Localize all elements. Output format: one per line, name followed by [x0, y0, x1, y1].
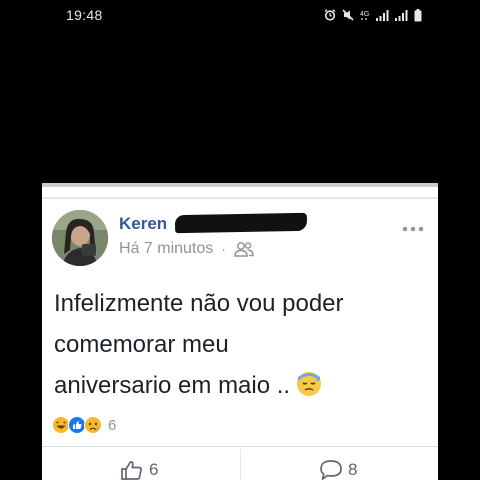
- post-meta: Há 7 minutos ·: [119, 240, 254, 258]
- actions-divider: [42, 446, 438, 447]
- author-avatar[interactable]: [52, 210, 108, 266]
- more-options-icon[interactable]: [400, 223, 428, 235]
- thumbs-up-icon: [121, 461, 142, 480]
- status-bar: 19:48 4G: [0, 0, 480, 32]
- reaction-count: 6: [108, 416, 117, 434]
- data-4g-icon: 4G: [360, 11, 369, 20]
- post-text-line: Infelizmente não vou poder: [54, 290, 344, 317]
- post-card: Keren Há 7 minutos · Infelizmente não vo…: [42, 183, 438, 480]
- like-button[interactable]: 6: [120, 459, 158, 480]
- status-time: 19:48: [66, 7, 103, 23]
- mute-icon: [342, 9, 354, 21]
- post-text-line-with-emoji: aniversario em maio ..: [54, 365, 426, 406]
- like-count: 6: [149, 460, 159, 479]
- alarm-icon: [324, 9, 336, 21]
- comment-count: 8: [348, 460, 358, 479]
- comment-icon: [320, 460, 342, 480]
- signal-icon: [376, 9, 389, 21]
- actions-separator: [240, 449, 241, 480]
- signal-icon: [395, 9, 408, 21]
- meta-separator: ·: [221, 241, 226, 257]
- battery-icon: [414, 8, 422, 21]
- svg-text:4G: 4G: [360, 11, 369, 18]
- post-text: Infelizmente não vou poder comemorar meu…: [54, 283, 426, 406]
- card-divider: [42, 197, 438, 199]
- status-icons: 4G: [324, 8, 422, 22]
- sad-reaction-icon: [84, 416, 102, 434]
- post-text-line: comemorar meu: [54, 331, 229, 358]
- phone-screen: 19:48 4G Keren Há 7 minutos · Infelizmen…: [0, 0, 480, 480]
- reactions-summary[interactable]: 6: [52, 415, 116, 435]
- post-text-line: aniversario em maio ..: [54, 372, 291, 399]
- post-time[interactable]: Há 7 minutos: [119, 240, 213, 258]
- friends-icon[interactable]: [234, 241, 254, 257]
- comment-button[interactable]: 8: [319, 459, 357, 480]
- name-redaction: [174, 212, 308, 234]
- sad-sweat-face-emoji: [297, 371, 322, 396]
- author-name[interactable]: Keren: [119, 214, 167, 234]
